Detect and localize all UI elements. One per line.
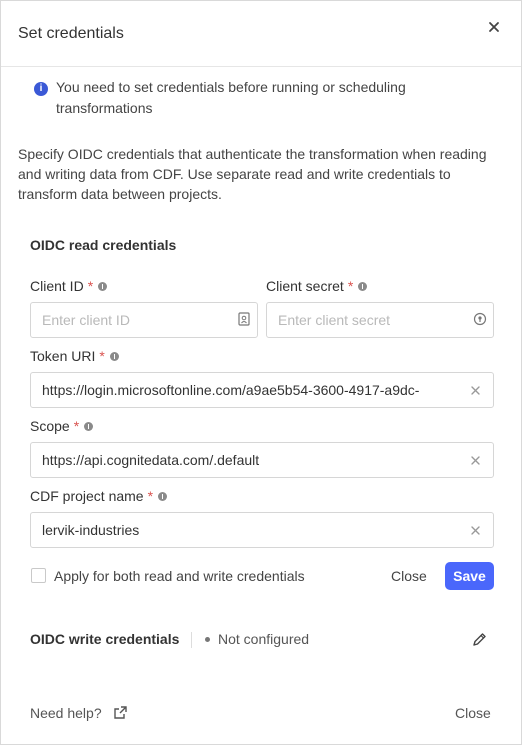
clear-icon[interactable] — [470, 455, 481, 466]
info-banner: i You need to set credentials before run… — [18, 67, 504, 129]
scope-label: Scope * — [30, 418, 94, 434]
apply-both-label[interactable]: Apply for both read and write credential… — [54, 568, 305, 584]
write-status: Not configured — [218, 631, 310, 647]
scope-input[interactable]: https://api.cognitedata.com/.default — [30, 442, 494, 478]
token-uri-label: Token URI * — [30, 348, 119, 364]
read-section-title: OIDC read credentials — [30, 237, 177, 253]
description-text: Specify OIDC credentials that authentica… — [18, 146, 487, 202]
client-id-input[interactable]: Enter client ID — [30, 302, 258, 338]
client-secret-label: Client secret * — [266, 278, 368, 294]
cdf-project-input[interactable]: lervik-industries — [30, 512, 494, 548]
save-button[interactable]: Save — [445, 562, 494, 590]
contact-card-icon — [238, 312, 250, 326]
close-icon[interactable] — [485, 18, 503, 36]
cancel-button[interactable]: Close — [391, 568, 427, 584]
help-hint-icon[interactable] — [84, 421, 94, 431]
status-dot-icon — [205, 637, 210, 642]
write-section-title: OIDC write credentials — [30, 631, 180, 647]
divider — [191, 632, 192, 648]
set-credentials-dialog: Set credentials i You need to set creden… — [0, 0, 522, 745]
dialog-header: Set credentials — [1, 1, 521, 67]
info-message: You need to set credentials before runni… — [56, 79, 406, 116]
help-hint-icon[interactable] — [98, 281, 108, 291]
edit-pencil-icon[interactable] — [471, 631, 488, 648]
info-icon: i — [34, 82, 48, 96]
help-hint-icon[interactable] — [358, 281, 368, 291]
clear-icon[interactable] — [470, 525, 481, 536]
write-credentials-row: OIDC write credentials Not configured — [30, 631, 495, 651]
external-link-icon[interactable] — [113, 705, 128, 720]
cdf-project-label: CDF project name * — [30, 488, 168, 504]
help-hint-icon[interactable] — [158, 491, 168, 501]
token-uri-input[interactable]: https://login.microsoftonline.com/a9ae5b… — [30, 372, 494, 408]
need-help-link[interactable]: Need help? — [30, 705, 102, 721]
key-icon — [473, 312, 487, 326]
client-id-label: Client ID * — [30, 278, 108, 294]
footer-close-button[interactable]: Close — [455, 705, 491, 721]
read-credentials-section: OIDC read credentials Client ID * Enter c… — [18, 213, 508, 608]
help-hint-icon[interactable] — [109, 351, 119, 361]
client-secret-input[interactable]: Enter client secret — [266, 302, 494, 338]
apply-both-checkbox[interactable] — [31, 568, 46, 583]
dialog-title: Set credentials — [18, 25, 124, 42]
clear-icon[interactable] — [470, 385, 481, 396]
